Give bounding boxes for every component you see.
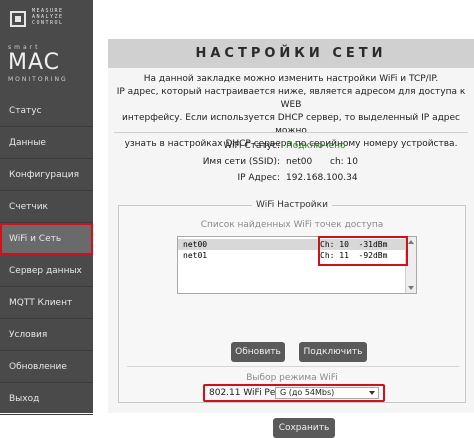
- network-settings-panel: НАСТРОЙКИ СЕТИ На данной закладке можно …: [108, 39, 474, 438]
- sidebar-menu: Статус Данные Конфигурация Счетчик WiFi …: [0, 95, 93, 415]
- brand-sub-text: MONITORING: [8, 76, 68, 83]
- company-logo: MEASURE ANALYZE CONTROL: [4, 4, 90, 34]
- ip-value: 192.168.100.34: [286, 173, 358, 183]
- wifi-status-row: WiFi Статус: Подключено: [108, 139, 474, 153]
- wifi-status-value: Подключено: [286, 141, 346, 151]
- intro-line: интерфейсу. Если используется DHCP серве…: [121, 113, 461, 136]
- ssid-label: Имя сети (SSID):: [202, 157, 280, 167]
- sidebar-item-wifi-network[interactable]: WiFi и Сеть: [0, 223, 93, 255]
- network-list-caption: Список найденных WiFi точек доступа: [200, 220, 384, 230]
- brand-main-text: MAC: [8, 50, 61, 75]
- ssid-row: Имя сети (SSID): net00 ch: 10: [108, 155, 474, 169]
- ip-label: IP Адрес:: [237, 173, 280, 183]
- logo-tagline: MEASURE ANALYZE CONTROL: [32, 8, 64, 26]
- sidebar-item-counter[interactable]: Счетчик: [0, 191, 93, 223]
- wifi-mode-caption: Выбор режима WiFi: [246, 373, 338, 383]
- scroll-down-arrow-icon[interactable]: [408, 286, 414, 290]
- product-brand: smart MAC MONITORING: [8, 44, 92, 83]
- scroll-up-arrow-icon[interactable]: [408, 240, 414, 244]
- chevron-down-icon: [369, 391, 375, 395]
- wifi-mode-select[interactable]: G (до 54Mbs): [275, 387, 379, 399]
- save-button[interactable]: Сохранить: [273, 418, 335, 438]
- wifi-status-label: WiFi Статус:: [223, 141, 280, 151]
- sidebar-item-status[interactable]: Статус: [0, 95, 93, 127]
- divider: [127, 366, 459, 367]
- network-ssid: net01: [183, 251, 208, 260]
- signal-highlight-box: [318, 236, 408, 266]
- sidebar-item-conditions[interactable]: Условия: [0, 319, 93, 351]
- sidebar-item-mqtt-client[interactable]: MQTT Клиент: [0, 287, 93, 319]
- channel-value: ch: 10: [330, 157, 358, 167]
- sidebar-item-data[interactable]: Данные: [0, 127, 93, 159]
- wifi-mode-selected-value: G (до 54Mbs): [280, 388, 335, 397]
- logo-square-icon: [10, 11, 26, 27]
- connect-button[interactable]: Подключить: [299, 342, 367, 362]
- intro-line: На данной закладке можно изменить настро…: [143, 74, 439, 84]
- ssid-value: net00: [286, 157, 313, 167]
- sidebar-item-update[interactable]: Обновление: [0, 351, 93, 383]
- wifi-mode-row: 802.11 WiFi Режим: G (до 54Mbs): [203, 384, 385, 402]
- wifi-settings-fieldset: WiFi Настройки Список найденных WiFi точ…: [118, 200, 466, 438]
- network-ssid: net00: [183, 240, 208, 249]
- wifi-settings-legend-text: WiFi Настройки: [252, 200, 332, 210]
- divider: [114, 132, 468, 133]
- intro-line: IP адрес, который настраивается ниже, яв…: [116, 87, 466, 110]
- wifi-settings-legend: WiFi Настройки: [119, 200, 465, 210]
- sidebar: MEASURE ANALYZE CONTROL smart MAC MONITO…: [0, 0, 93, 415]
- sidebar-item-configuration[interactable]: Конфигурация: [0, 159, 93, 191]
- top-strip: [93, 0, 474, 39]
- ip-row: IP Адрес: 192.168.100.34: [108, 171, 474, 185]
- page-title: НАСТРОЙКИ СЕТИ: [108, 39, 474, 68]
- sidebar-item-data-server[interactable]: Сервер данных: [0, 255, 93, 287]
- sidebar-item-logout[interactable]: Выход: [0, 383, 93, 415]
- refresh-button[interactable]: Обновить: [231, 342, 285, 362]
